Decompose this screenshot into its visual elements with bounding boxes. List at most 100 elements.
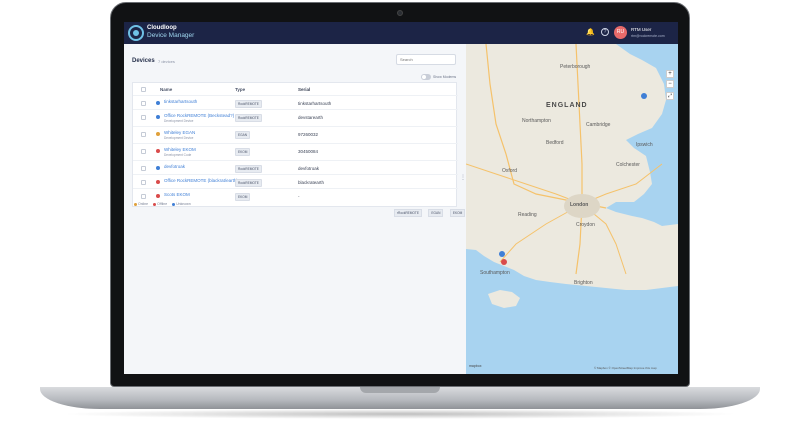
status-dot <box>156 115 160 119</box>
legend-item: Unknown <box>172 202 191 206</box>
table-row[interactable]: Whiteley EKOM Development Code EKOM 3045… <box>133 145 458 161</box>
map-label-oxford: Oxford <box>502 168 518 174</box>
show-modems-toggle[interactable] <box>421 74 431 80</box>
screen: Cloudloop Device Manager 🔔 ? RU RTM User… <box>124 22 678 374</box>
help-icon[interactable]: ? <box>601 28 609 36</box>
device-subtitle: Development Code <box>164 153 192 157</box>
top-bar: Cloudloop Device Manager 🔔 ? RU RTM User… <box>124 22 678 44</box>
map-label-ipswich: Ipswich <box>636 142 653 148</box>
laptop-notch <box>360 387 440 393</box>
filter-ekom[interactable]: EKOM <box>449 209 466 217</box>
device-name[interactable]: Office RockREMOTE (Beckstead?) <box>164 113 234 118</box>
device-name[interactable]: Office RockREMOTE (blackrat/earth) <box>164 178 238 183</box>
row-checkbox[interactable] <box>141 132 146 137</box>
map-label-northampton: Northampton <box>522 118 551 124</box>
search-input[interactable] <box>396 54 456 65</box>
device-serial: devfotroak <box>298 166 320 171</box>
map-attribution[interactable]: © Mapbox © OpenStreetMap Improve this ma… <box>594 366 657 370</box>
filter-egan[interactable]: EGAN <box>428 209 444 217</box>
map-label-england: ENGLAND <box>546 102 588 109</box>
map-label-cambridge: Cambridge <box>586 122 611 128</box>
map-label-reading: Reading <box>518 212 537 218</box>
legend-item: Online <box>134 202 148 206</box>
status-legend: Online Offline Unknown <box>134 202 195 206</box>
device-serial: devstarearth <box>298 115 324 120</box>
status-dot <box>156 101 160 105</box>
device-count: 7 devices <box>158 59 175 64</box>
row-checkbox[interactable] <box>141 149 146 154</box>
brand-product: Device Manager <box>147 32 195 39</box>
avatar[interactable]: RU <box>614 26 627 39</box>
bell-icon[interactable]: 🔔 <box>586 28 595 36</box>
device-serial: tinkstarhartsouth <box>298 101 332 106</box>
device-name[interactable]: Whiteley EGAN <box>164 130 195 135</box>
map-label-southampton: Southampton <box>480 270 510 276</box>
device-name[interactable]: tinkstarhartsouth <box>164 99 197 104</box>
map-label-london: London <box>570 202 589 208</box>
row-checkbox[interactable] <box>141 115 146 120</box>
column-type[interactable]: Type <box>235 87 245 92</box>
map-marker[interactable] <box>501 259 507 265</box>
row-checkbox[interactable] <box>141 194 146 199</box>
table-row[interactable]: Whiteley EGAN Development Device EGAN 97… <box>133 128 458 144</box>
online-dot-icon <box>134 202 137 206</box>
map-marker[interactable] <box>499 251 505 257</box>
page-title: Devices <box>132 58 155 64</box>
table-row[interactable]: Office RockREMOTE (Beckstead?) Developme… <box>133 111 458 127</box>
user-name[interactable]: RTM User <box>631 27 651 32</box>
map-label-bedford: Bedford <box>546 140 564 146</box>
fullscreen-icon[interactable]: ⤢ <box>666 92 674 100</box>
device-type-badge: EGAN <box>235 131 251 139</box>
row-checkbox[interactable] <box>141 101 146 106</box>
logo-icon[interactable] <box>128 25 144 41</box>
device-subtitle: Development Device <box>164 136 194 140</box>
type-filters: rRockREMOTE EGAN EKOM <box>392 201 466 219</box>
status-dot <box>156 166 160 170</box>
status-dot <box>156 180 160 184</box>
device-type-badge: RockREMOTE <box>235 100 262 108</box>
device-type-badge: RockREMOTE <box>235 165 262 173</box>
table-row[interactable]: Office RockREMOTE (blackrat/earth) RockR… <box>133 176 458 189</box>
mapbox-logo[interactable]: mapbox <box>469 364 481 368</box>
device-serial: 30450084 <box>298 149 319 154</box>
row-checkbox[interactable] <box>141 180 146 185</box>
map-label-brighton: Brighton <box>574 280 593 286</box>
device-name[interactable]: Scots EKOM <box>164 192 190 197</box>
table-row[interactable]: tinkstarhartsouth RockREMOTE tinkstarhar… <box>133 97 458 110</box>
device-serial: 97260032 <box>298 132 319 137</box>
filter-rockremote[interactable]: rRockREMOTE <box>394 209 422 217</box>
map-label-colchester: Colchester <box>616 162 640 168</box>
row-checkbox[interactable] <box>141 166 146 171</box>
device-serial: blackratearth <box>298 180 325 185</box>
device-type-badge: EKOM <box>235 193 251 201</box>
column-serial[interactable]: Serial <box>298 87 310 92</box>
device-name[interactable]: devfotroak <box>164 164 185 169</box>
status-dot <box>156 194 160 198</box>
zoom-out-button[interactable]: − <box>666 80 674 88</box>
select-all-checkbox[interactable] <box>141 87 146 92</box>
user-email: rtm@rockremote.com <box>631 34 665 38</box>
show-modems-label: Show Modems <box>433 75 457 79</box>
device-serial: - <box>298 194 300 199</box>
brand-name: Cloudloop <box>147 25 177 31</box>
camera-icon <box>397 10 403 16</box>
devices-table: Name Type Serial tinkstarhartsouth RockR… <box>132 82 458 207</box>
status-dot <box>156 132 160 136</box>
device-type-badge: RockREMOTE <box>235 179 262 187</box>
device-type-badge: RockREMOTE <box>235 114 262 122</box>
laptop-shadow <box>60 409 740 419</box>
legend-item: Offline <box>153 202 167 206</box>
map[interactable]: ENGLAND Peterborough Northampton Cambrid… <box>466 44 678 374</box>
device-type-badge: EKOM <box>235 148 251 156</box>
zoom-in-button[interactable]: + <box>666 70 674 78</box>
status-dot <box>156 149 160 153</box>
offline-dot-icon <box>153 202 157 206</box>
map-canvas <box>466 44 678 374</box>
table-header: Name Type Serial <box>133 83 458 96</box>
table-row[interactable]: devfotroak RockREMOTE devfotroak <box>133 162 458 175</box>
device-subtitle: Development Device <box>164 119 194 123</box>
column-name[interactable]: Name <box>160 87 172 92</box>
map-marker[interactable] <box>641 93 647 99</box>
map-label-peterborough: Peterborough <box>560 64 591 70</box>
device-name[interactable]: Whiteley EKOM <box>164 147 196 152</box>
